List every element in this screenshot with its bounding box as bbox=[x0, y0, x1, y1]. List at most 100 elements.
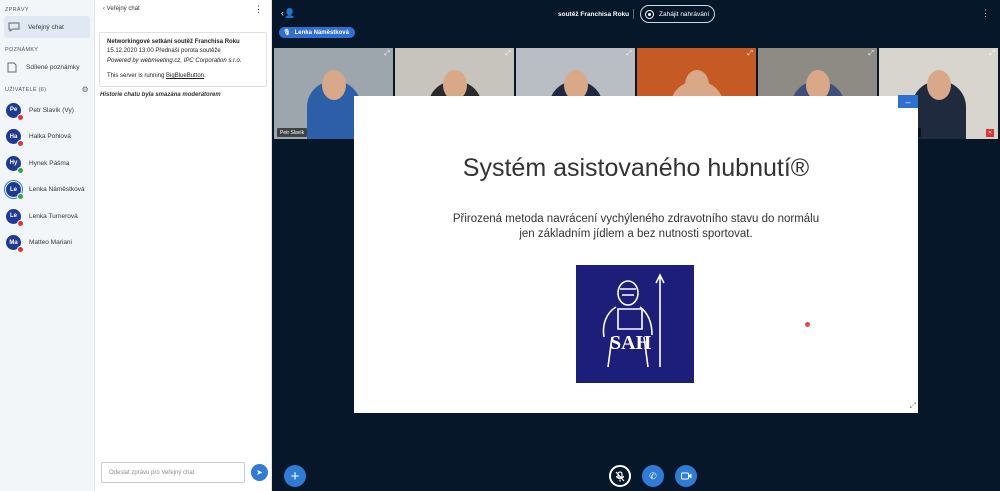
talker-name: Lenka Náměstková bbox=[294, 29, 349, 36]
avatar: Hy bbox=[6, 155, 24, 174]
welcome-message: Networkingové setkání soutěž Franchisa R… bbox=[99, 32, 267, 88]
slide-title: Systém asistovaného hubnutí® bbox=[462, 154, 810, 182]
microphone-muted-icon bbox=[17, 140, 24, 148]
avatar-initials: Hy bbox=[9, 160, 18, 167]
notes-section-title: POZNÁMKY bbox=[5, 47, 39, 53]
send-icon: ➤ bbox=[256, 468, 263, 477]
microphone-icon: 🎙 bbox=[283, 30, 291, 36]
avatar: Pe bbox=[6, 102, 24, 121]
avatar: Le bbox=[6, 208, 24, 227]
sidebar-item-shared-notes[interactable]: Sdílené poznámky bbox=[0, 56, 94, 78]
user-list-item[interactable]: Hy Hynek Pášma bbox=[0, 150, 94, 177]
microphone-muted-icon bbox=[17, 219, 24, 227]
user-name: Matteo Mariani bbox=[29, 239, 72, 247]
user-name: Lenka Turnerová bbox=[29, 212, 78, 220]
participant-head bbox=[321, 70, 346, 100]
users-section-title: UŽIVATELÉ (6) ⚙ bbox=[0, 82, 94, 97]
user-list: Pe Petr Slavík (Vy) Ha Halka Pohlová Hy Hynek… bbox=[0, 97, 94, 256]
microphone-on-icon bbox=[17, 193, 24, 201]
avatar-initials: Ma bbox=[9, 239, 18, 246]
avatar-initials: Pe bbox=[9, 107, 18, 114]
presentation-slide: – Systém asistovaného hubnutí® Přirozená… bbox=[354, 95, 918, 413]
avatar: Ha bbox=[6, 129, 24, 148]
user-name: Lenka Náměstková bbox=[29, 186, 85, 194]
sidebar-item-label: Veřejný chat bbox=[28, 23, 64, 31]
users-count-label: UŽIVATELÉ (6) bbox=[5, 86, 47, 93]
record-label: Zahájit nahrávání bbox=[659, 10, 710, 18]
minimize-presentation-button[interactable]: – bbox=[898, 95, 918, 108]
welcome-date-line: 15.12.2020 13:00 Přednáší porota soutěže bbox=[107, 48, 221, 55]
user-list-item[interactable]: Pe Petr Slavík (Vy) bbox=[0, 97, 94, 124]
user-list-item[interactable]: Le Lenka Náměstková bbox=[0, 177, 94, 204]
bigbluebutton-link[interactable]: BigBlueButton bbox=[166, 73, 204, 79]
welcome-powered: Powered by webmeeting.cz, IPC Corporatio… bbox=[107, 57, 242, 64]
user-list-item[interactable]: Ma Matteo Mariani bbox=[0, 230, 94, 257]
fullscreen-icon[interactable]: ⤢ bbox=[505, 50, 511, 58]
fullscreen-icon[interactable]: ⤢ bbox=[747, 50, 753, 58]
welcome-server-prefix: This server is running bbox=[107, 72, 167, 79]
send-button[interactable]: ➤ bbox=[251, 464, 268, 481]
talking-indicator[interactable]: 🎙 Lenka Náměstková bbox=[279, 27, 355, 38]
sidebar-item-label: Sdílené poznámky bbox=[26, 63, 80, 71]
chat-message-input[interactable]: Odeslat zprávu pro Veřejný chat bbox=[101, 462, 245, 483]
chat-bubble-icon bbox=[8, 22, 20, 32]
main-area: ‹👤 soutěž Franchisa Roku Zahájit nahrává… bbox=[272, 0, 1000, 491]
user-list-item[interactable]: Le Lenka Turnerová bbox=[0, 203, 94, 230]
user-name: Hynek Pášma bbox=[29, 159, 70, 167]
chat-header: ‹ Veřejný chat ⋮ bbox=[95, 0, 271, 18]
avatar-initials: Le bbox=[9, 213, 17, 220]
video-name-label[interactable]: Petr Slavík bbox=[277, 128, 308, 137]
camera-icon bbox=[680, 472, 691, 480]
avatar-initials: Ha bbox=[9, 133, 18, 140]
slide-subtitle-line: jen základním jídlem a bez nutnosti spor… bbox=[519, 228, 753, 241]
record-icon bbox=[645, 9, 654, 19]
start-recording-button[interactable]: Zahájit nahrávání bbox=[640, 5, 715, 23]
logo-text: SAH bbox=[610, 332, 652, 354]
slide-subtitle-line: Přirozená metoda navrácení vychýleného z… bbox=[452, 213, 820, 225]
chat-options-icon[interactable]: ⋮ bbox=[254, 4, 263, 15]
avatar-initials: Le bbox=[9, 186, 17, 193]
more-options-icon[interactable]: ⋮ bbox=[981, 8, 990, 19]
slide-subtitle: Přirozená metoda navrácení vychýleného z… bbox=[354, 212, 918, 242]
avatar: Le bbox=[4, 180, 24, 201]
plus-icon: + bbox=[290, 467, 300, 485]
fullscreen-icon[interactable]: ⤢ bbox=[868, 50, 874, 58]
chat-panel: ‹ Veřejný chat ⋮ Networkingové setkání s… bbox=[95, 0, 272, 491]
knight-logo-icon: SAH bbox=[602, 273, 665, 368]
fullscreen-icon[interactable]: ⤢ bbox=[989, 50, 995, 58]
leave-audio-button[interactable]: ✆ bbox=[642, 465, 664, 487]
chat-cleared-notice: Historie chatu byla smazána moderátorem bbox=[100, 92, 221, 99]
microphone-off-icon bbox=[615, 470, 625, 481]
welcome-server-suffix: . bbox=[204, 72, 206, 79]
gear-icon[interactable]: ⚙ bbox=[82, 85, 89, 94]
meeting-title: soutěž Franchisa Roku bbox=[558, 11, 630, 18]
note-icon bbox=[6, 62, 18, 72]
chat-title: Veřejný chat bbox=[106, 6, 140, 12]
avatar: Ma bbox=[6, 235, 24, 254]
fullscreen-icon[interactable]: ⤢ bbox=[384, 50, 390, 58]
sidebar-item-public-chat[interactable]: Veřejný chat bbox=[4, 16, 90, 38]
chat-input-row: Odeslat zprávu pro Veřejný chat ➤ bbox=[101, 462, 268, 483]
fullscreen-icon[interactable]: ⤢ bbox=[910, 401, 916, 411]
unmute-button[interactable] bbox=[609, 465, 631, 487]
share-webcam-button[interactable] bbox=[675, 465, 697, 487]
phone-icon: ✆ bbox=[649, 470, 657, 481]
chat-back-button[interactable]: ‹ Veřejný chat bbox=[103, 6, 140, 12]
divider bbox=[633, 9, 634, 19]
chevron-left-icon: ‹ bbox=[103, 6, 105, 12]
fullscreen-icon[interactable]: ⤢ bbox=[626, 50, 632, 58]
top-bar: ‹👤 soutěž Franchisa Roku Zahájit nahrává… bbox=[272, 0, 1000, 27]
presenter-cursor bbox=[805, 322, 810, 327]
microphone-muted-icon bbox=[17, 246, 24, 254]
sah-logo: SAH bbox=[576, 265, 694, 383]
messages-section-title: ZPRÁVY bbox=[5, 7, 29, 13]
microphone-on-icon bbox=[17, 166, 24, 174]
user-name: Halka Pohlová bbox=[29, 133, 71, 141]
user-list-toggle-icon[interactable]: ‹👤 bbox=[281, 8, 295, 19]
microphone-muted-icon: ✕ bbox=[986, 129, 994, 137]
sidebar: ZPRÁVY Veřejný chat POZNÁMKY Sdílené poz… bbox=[0, 0, 95, 491]
app: ZPRÁVY Veřejný chat POZNÁMKY Sdílené poz… bbox=[0, 0, 1000, 491]
microphone-muted-icon bbox=[17, 113, 24, 121]
user-list-item[interactable]: Ha Halka Pohlová bbox=[0, 124, 94, 151]
actions-plus-button[interactable]: + bbox=[284, 465, 306, 487]
